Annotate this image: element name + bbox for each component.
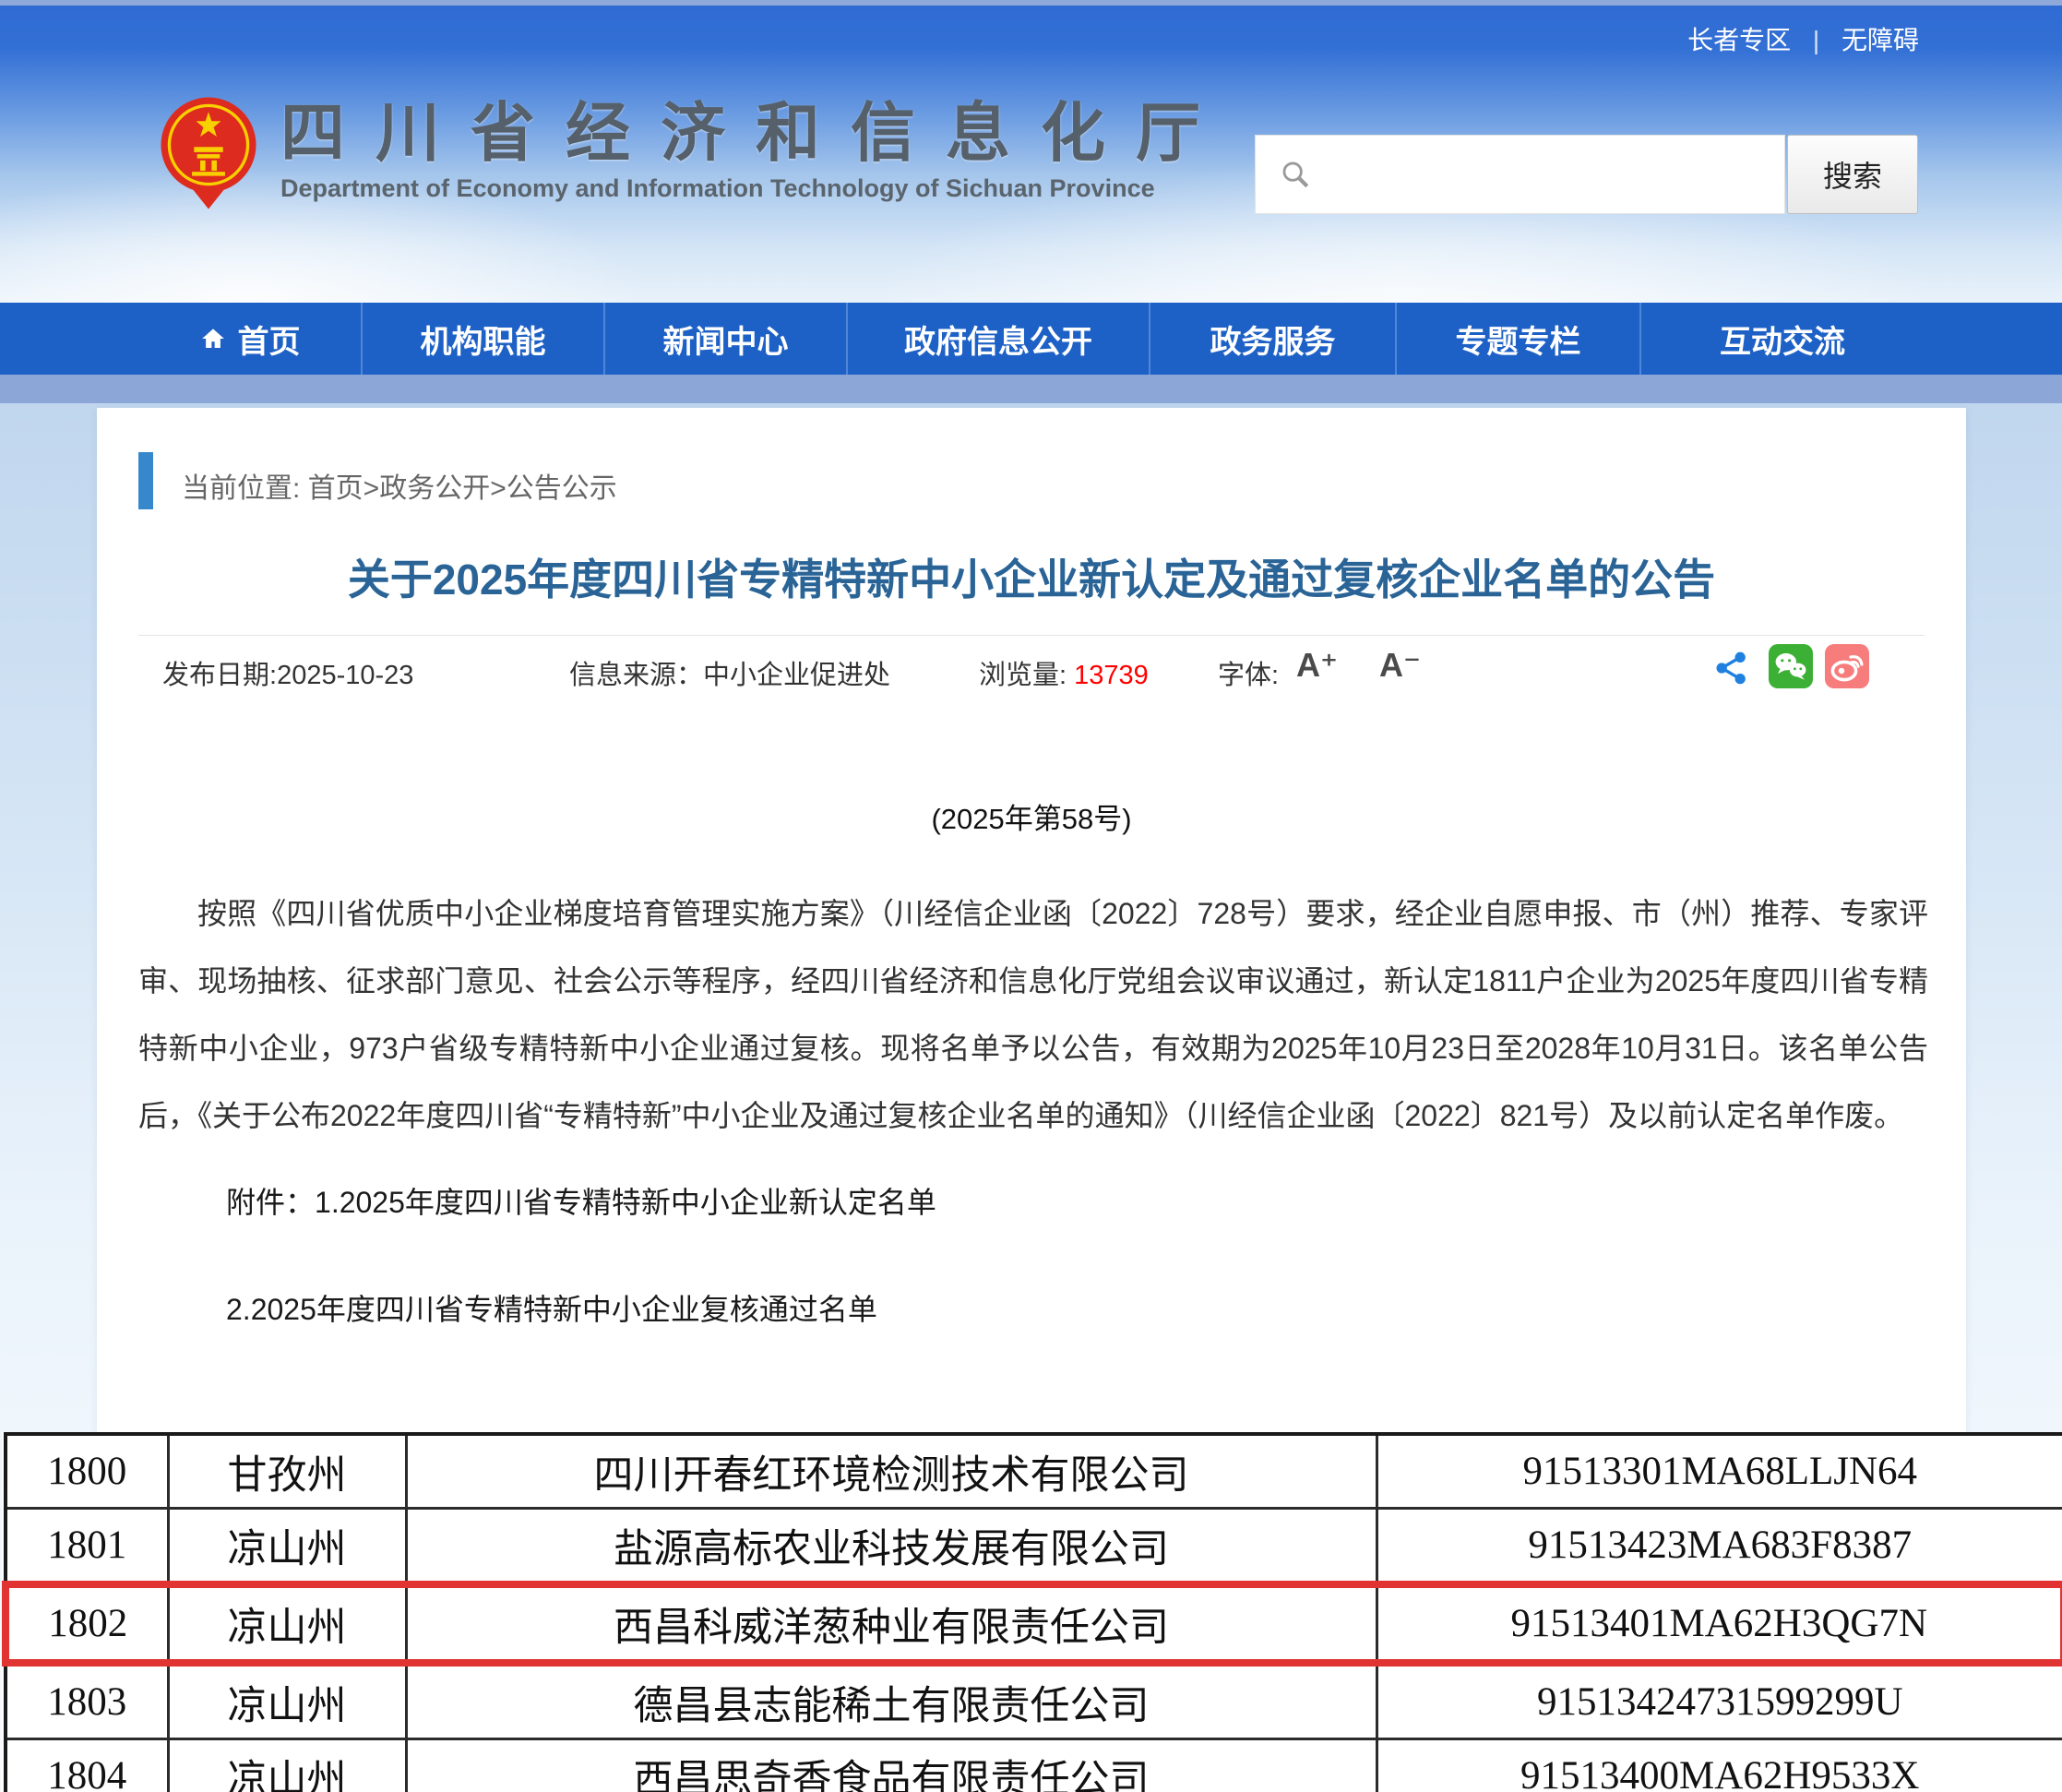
site-search: 搜索 (1255, 135, 1918, 214)
nav-item[interactable]: 互动交流 (1639, 303, 1924, 375)
font-size-label: 字体: (1218, 653, 1279, 692)
search-icon (1280, 159, 1311, 190)
publish-date-value: 2025-10-23 (277, 661, 413, 690)
table-row: 1801 凉山州 盐源高标农业科技发展有限公司 91513423MA683F83… (6, 1509, 2062, 1585)
doc-number: (2025年第58号) (97, 795, 1966, 837)
search-input[interactable] (1324, 146, 1771, 203)
nav-item[interactable]: 政府信息公开 (846, 303, 1149, 375)
nav-item-label: 专题专栏 (1456, 317, 1581, 362)
site-title: 四川省经济和信息化厅 (280, 95, 1231, 171)
table-row: 1803 凉山州 德昌县志能稀土有限责任公司 91513424731599299… (6, 1663, 2062, 1739)
nav-item[interactable]: 新闻中心 (603, 303, 846, 375)
attachments-label: 附件： (226, 1186, 315, 1219)
search-box (1255, 135, 1785, 214)
cell-company: 四川开春红环境检测技术有限公司 (406, 1434, 1377, 1509)
cell-rank: 1802 (6, 1584, 168, 1663)
content-panel: 当前位置: 首页>政务公开>公告公示 关于2025年度四川省专精特新中小企业新认… (97, 408, 1966, 1432)
nav-item[interactable]: 机构职能 (361, 303, 603, 375)
info-source-value: 中小企业促进处 (703, 661, 890, 690)
font-decrease-button[interactable]: A⁻ (1379, 646, 1421, 685)
cell-company: 德昌县志能稀土有限责任公司 (406, 1663, 1377, 1739)
nav-item[interactable]: 首页 (138, 303, 361, 375)
cell-company: 盐源高标农业科技发展有限公司 (406, 1509, 1377, 1585)
nav-item[interactable]: 政务服务 (1149, 303, 1395, 375)
view-count-label: 浏览量: (979, 661, 1067, 690)
national-emblem-logo (157, 95, 260, 211)
attachment-link-2[interactable]: 2.2025年度四川省专精特新中小企业复核通过名单 (226, 1293, 877, 1326)
cell-code: 91513401MA62H3QG7N (1377, 1584, 2062, 1663)
weibo-icon[interactable] (1825, 644, 1869, 696)
table-row: 1804 凉山州 西昌思奇香食品有限责任公司 91513400MA62H9533… (6, 1739, 2062, 1792)
attachment-link-1[interactable]: 1.2025年度四川省专精特新中小企业新认定名单 (315, 1186, 936, 1219)
cell-region: 凉山州 (168, 1663, 406, 1739)
info-source: 信息来源：中小企业促进处 (569, 653, 890, 692)
cell-code: 91513400MA62H9533X (1377, 1739, 2062, 1792)
header-banner: 长者专区 | 无障碍 四川省经济和信息化厅 D (0, 0, 2062, 303)
wechat-icon[interactable] (1769, 644, 1813, 696)
cell-rank: 1804 (6, 1739, 168, 1792)
topbar: 长者专区 | 无障碍 (1687, 20, 1919, 57)
meta-divider (138, 635, 1925, 636)
share-icon[interactable] (1713, 650, 1750, 694)
cell-region: 凉山州 (168, 1584, 406, 1663)
cell-region: 甘孜州 (168, 1434, 406, 1509)
article-body: 按照《四川省优质中小企业梯度培育管理实施方案》（川经信企业函〔2022〕728号… (138, 880, 1928, 1150)
table-row: 1802 凉山州 西昌科威洋葱种业有限责任公司 91513401MA62H3QG… (6, 1584, 2062, 1663)
top-strip (0, 0, 2062, 6)
cell-region: 凉山州 (168, 1509, 406, 1585)
company-table: 1800 甘孜州 四川开春红环境检测技术有限公司 91513301MA68LLJ… (2, 1432, 2062, 1792)
main-nav: 首页 机构职能 新闻中心 政府信息公开 政务服务 专题专栏 互动交流 (0, 303, 2062, 375)
article-title: 关于2025年度四川省专精特新中小企业新认定及通过复核企业名单的公告 (97, 546, 1966, 607)
table-row: 1800 甘孜州 四川开春红环境检测技术有限公司 91513301MA68LLJ… (6, 1434, 2062, 1509)
nav-substrip (0, 375, 2062, 403)
cell-rank: 1800 (6, 1434, 168, 1509)
nav-item-label: 新闻中心 (663, 317, 789, 362)
cell-company: 西昌科威洋葱种业有限责任公司 (406, 1584, 1377, 1663)
publish-date-label: 发布日期: (162, 661, 277, 690)
cell-region: 凉山州 (168, 1739, 406, 1792)
nav-item-label: 互动交流 (1720, 317, 1845, 362)
page: 长者专区 | 无障碍 四川省经济和信息化厅 D (0, 0, 2062, 1792)
nav-item-label: 政务服务 (1210, 317, 1336, 362)
site-subtitle: Department of Economy and Information Te… (280, 174, 1231, 203)
accessibility-link[interactable]: 无障碍 (1841, 26, 1919, 54)
site-brand: 四川省经济和信息化厅 Department of Economy and Inf… (157, 95, 1231, 211)
attachment-1: 附件：1.2025年度四川省专精特新中小企业新认定名单 (226, 1179, 936, 1222)
attachment-2: 2.2025年度四川省专精特新中小企业复核通过名单 (226, 1286, 877, 1329)
cell-code: 91513301MA68LLJN64 (1377, 1434, 2062, 1509)
nav-item-label: 机构职能 (421, 317, 546, 362)
nav-item[interactable]: 专题专栏 (1395, 303, 1639, 375)
publish-date: 发布日期:2025-10-23 (162, 653, 413, 692)
breadcrumb-marker (138, 452, 153, 509)
cell-code: 91513423MA683F8387 (1377, 1509, 2062, 1585)
nav-item-label: 政府信息公开 (904, 317, 1092, 362)
cell-rank: 1801 (6, 1509, 168, 1585)
cell-company: 西昌思奇香食品有限责任公司 (406, 1739, 1377, 1792)
breadcrumb: 当前位置: 首页>政务公开>公告公示 (182, 465, 617, 506)
info-source-label: 信息来源： (569, 661, 703, 690)
company-table-body: 1800 甘孜州 四川开春红环境检测技术有限公司 91513301MA68LLJ… (6, 1434, 2062, 1792)
topbar-separator: | (1813, 26, 1819, 54)
view-count-value: 13739 (1074, 661, 1149, 690)
view-count: 浏览量:13739 (979, 653, 1149, 692)
brand-text: 四川省经济和信息化厅 Department of Economy and Inf… (280, 95, 1231, 203)
cell-code: 91513424731599299U (1377, 1663, 2062, 1739)
nav-item-label: 首页 (238, 317, 301, 362)
font-increase-button[interactable]: A⁺ (1296, 646, 1338, 685)
home-icon (199, 325, 227, 352)
search-button[interactable]: 搜索 (1787, 135, 1918, 214)
elder-zone-link[interactable]: 长者专区 (1687, 26, 1791, 54)
cell-rank: 1803 (6, 1663, 168, 1739)
article-meta: 发布日期:2025-10-23 信息来源：中小企业促进处 浏览量:13739 字… (97, 640, 1966, 696)
